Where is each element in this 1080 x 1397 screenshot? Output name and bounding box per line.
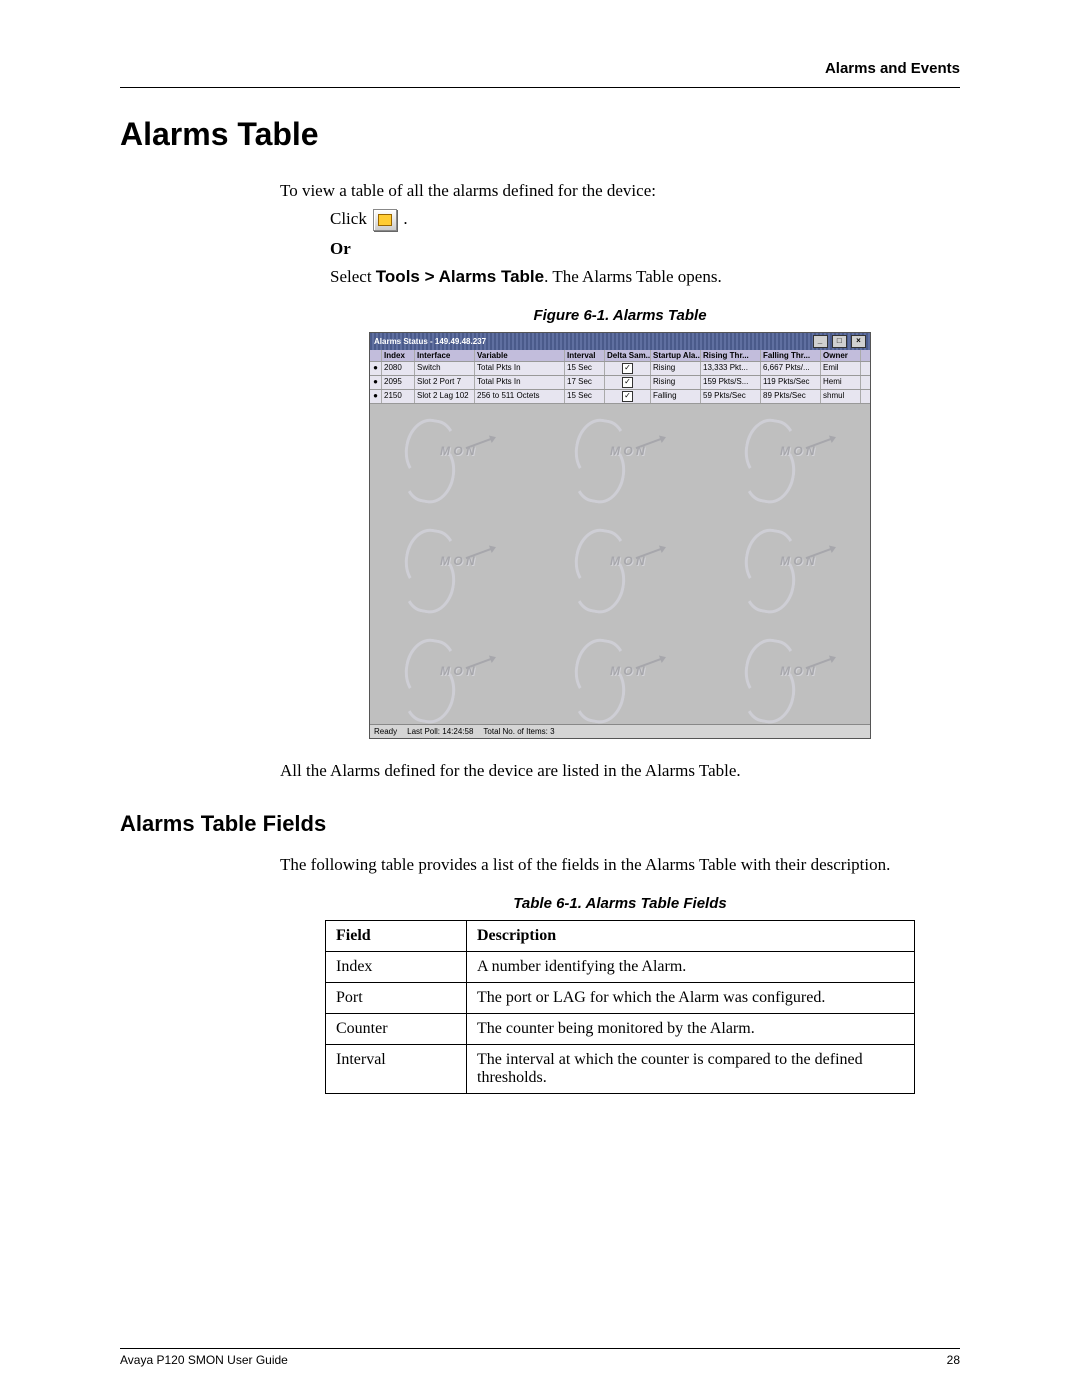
page-footer: Avaya P120 SMON User Guide 28	[120, 1348, 960, 1367]
grid-header-row: Index Interface Variable Interval Delta …	[370, 350, 870, 362]
table-row: Index A number identifying the Alarm.	[326, 952, 915, 983]
checkbox-icon: ✓	[622, 377, 633, 388]
alarms-toolbar-icon	[373, 209, 397, 231]
col-startup: Startup Ala...	[651, 350, 701, 361]
cell: 119 Pkts/Sec	[761, 376, 821, 389]
cell: 2080	[382, 362, 415, 375]
col-owner: Owner	[821, 350, 861, 361]
table-row: Interval The interval at which the count…	[326, 1045, 915, 1094]
col-rising: Rising Thr...	[701, 350, 761, 361]
col-delta: Delta Sam...	[605, 350, 651, 361]
cell: The port or LAG for which the Alarm was …	[467, 983, 915, 1014]
col-falling: Falling Thr...	[761, 350, 821, 361]
click-instruction: Click .	[330, 209, 960, 231]
grid-background: M O N M O N M O N M O N M O N M O N M O …	[370, 404, 870, 724]
th-field: Field	[326, 921, 467, 952]
cell: Counter	[326, 1014, 467, 1045]
checkbox-icon: ✓	[622, 391, 633, 402]
click-suffix: .	[403, 209, 407, 228]
status-bar: Ready Last Poll: 14:24:58 Total No. of I…	[370, 724, 870, 738]
col-index: Index	[382, 350, 415, 361]
window-titlebar: Alarms Status - 149.49.48.237 _ □ ×	[370, 333, 870, 350]
fields-table: Field Description Index A number identif…	[325, 920, 915, 1094]
cell: 256 to 511 Octets	[475, 390, 565, 403]
cell: Interval	[326, 1045, 467, 1094]
cell: 59 Pkts/Sec	[701, 390, 761, 403]
footer-rule	[120, 1348, 960, 1349]
cell: Falling	[651, 390, 701, 403]
cell: The interval at which the counter is com…	[467, 1045, 915, 1094]
cell: Rising	[651, 362, 701, 375]
table-row: Counter The counter being monitored by t…	[326, 1014, 915, 1045]
cell: 2150	[382, 390, 415, 403]
grid-row: ● 2095 Slot 2 Port 7 Total Pkts In 17 Se…	[370, 376, 870, 390]
status-dot: ●	[370, 362, 382, 375]
cell: A number identifying the Alarm.	[467, 952, 915, 983]
status-lastpoll: Last Poll: 14:24:58	[407, 727, 473, 736]
cell: ✓	[605, 362, 651, 375]
table-row: Port The port or LAG for which the Alarm…	[326, 983, 915, 1014]
cell: shmul	[821, 390, 861, 403]
cell: ✓	[605, 376, 651, 389]
cell: 15 Sec	[565, 390, 605, 403]
col-variable: Variable	[475, 350, 565, 361]
col-interface: Interface	[415, 350, 475, 361]
grid-row: ● 2150 Slot 2 Lag 102 256 to 511 Octets …	[370, 390, 870, 404]
cell: 2095	[382, 376, 415, 389]
cell: 89 Pkts/Sec	[761, 390, 821, 403]
cell: Total Pkts In	[475, 362, 565, 375]
cell: Index	[326, 952, 467, 983]
page-title: Alarms Table	[120, 116, 960, 153]
menu-path: Tools > Alarms Table	[376, 267, 544, 286]
table-header-row: Field Description	[326, 921, 915, 952]
col-interval: Interval	[565, 350, 605, 361]
window-title: Alarms Status - 149.49.48.237	[374, 337, 486, 346]
grid-row: ● 2080 Switch Total Pkts In 15 Sec ✓ Ris…	[370, 362, 870, 376]
select-prefix: Select	[330, 267, 376, 286]
th-description: Description	[467, 921, 915, 952]
cell: Total Pkts In	[475, 376, 565, 389]
checkbox-icon: ✓	[622, 363, 633, 374]
figure-caption: Figure 6-1. Alarms Table	[280, 307, 960, 324]
cell: Rising	[651, 376, 701, 389]
header-rule	[120, 87, 960, 88]
cell: 15 Sec	[565, 362, 605, 375]
cell: 13,333 Pkt...	[701, 362, 761, 375]
select-suffix: . The Alarms Table opens.	[544, 267, 722, 286]
status-dot: ●	[370, 390, 382, 403]
cell: 6,667 Pkts/...	[761, 362, 821, 375]
status-dot: ●	[370, 376, 382, 389]
alarms-table-window: Alarms Status - 149.49.48.237 _ □ × Inde…	[369, 332, 871, 739]
table-intro: The following table provides a list of t…	[280, 855, 960, 875]
cell: Emil	[821, 362, 861, 375]
cell: ✓	[605, 390, 651, 403]
intro-text: To view a table of all the alarms define…	[280, 181, 960, 201]
subheading: Alarms Table Fields	[120, 811, 960, 837]
select-instruction: Select Tools > Alarms Table. The Alarms …	[330, 267, 960, 287]
window-controls: _ □ ×	[811, 335, 866, 348]
cell: 17 Sec	[565, 376, 605, 389]
footer-page-number: 28	[947, 1353, 960, 1367]
col-status	[370, 350, 382, 361]
status-ready: Ready	[374, 727, 397, 736]
minimize-icon: _	[813, 335, 828, 348]
cell: Slot 2 Port 7	[415, 376, 475, 389]
footer-left: Avaya P120 SMON User Guide	[120, 1353, 288, 1367]
post-figure-text: All the Alarms defined for the device ar…	[280, 761, 960, 781]
cell: Hemi	[821, 376, 861, 389]
or-label: Or	[330, 239, 960, 259]
maximize-icon: □	[832, 335, 847, 348]
running-header: Alarms and Events	[120, 60, 960, 77]
cell: Slot 2 Lag 102	[415, 390, 475, 403]
cell: 159 Pkts/S...	[701, 376, 761, 389]
cell: The counter being monitored by the Alarm…	[467, 1014, 915, 1045]
close-icon: ×	[851, 335, 866, 348]
table-caption: Table 6-1. Alarms Table Fields	[280, 895, 960, 912]
cell: Switch	[415, 362, 475, 375]
click-label: Click	[330, 209, 367, 228]
status-total: Total No. of Items: 3	[483, 727, 554, 736]
cell: Port	[326, 983, 467, 1014]
